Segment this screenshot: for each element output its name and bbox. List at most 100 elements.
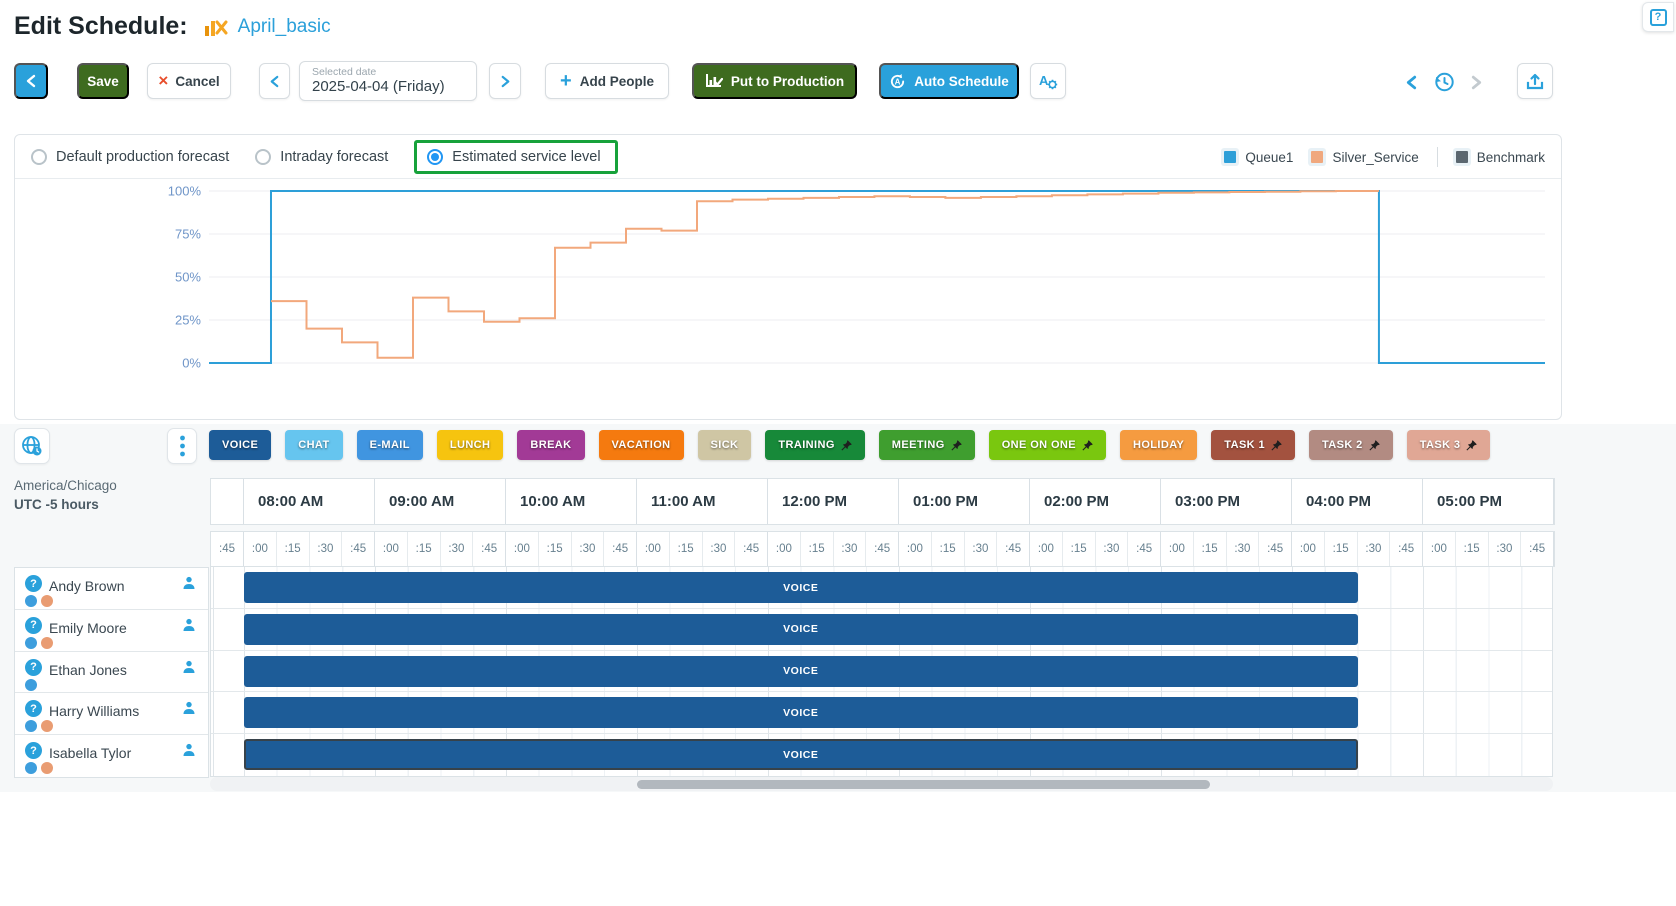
- question-badge-icon[interactable]: ?: [25, 575, 42, 592]
- person-icon[interactable]: [182, 576, 196, 595]
- activity-button-holiday[interactable]: HOLIDAY: [1120, 430, 1197, 460]
- quarter-cell: :30: [441, 532, 474, 566]
- person-icon[interactable]: [182, 660, 196, 679]
- lead-quarter-cell: [211, 479, 244, 524]
- quarter-cell: :45: [211, 532, 244, 566]
- question-badge-icon[interactable]: ?: [25, 659, 42, 676]
- activity-button-task-2[interactable]: TASK 2: [1309, 430, 1393, 460]
- forecast-radio-label: Default production forecast: [56, 149, 229, 165]
- timezone-button[interactable]: [14, 428, 50, 464]
- export-button[interactable]: [1517, 63, 1553, 99]
- person-icon[interactable]: [182, 743, 196, 762]
- horizontal-scrollbar[interactable]: [210, 777, 1553, 791]
- chevron-right-icon: [1470, 75, 1483, 90]
- employee-row-emily-moore[interactable]: ?Emily Moore: [15, 610, 208, 652]
- put-to-production-button[interactable]: Put to Production: [692, 63, 857, 99]
- production-chart-icon: [705, 73, 723, 89]
- quarter-cell: :00: [768, 532, 801, 566]
- quarter-cell: :15: [801, 532, 834, 566]
- legend-item-benchmark[interactable]: Benchmark: [1456, 150, 1545, 165]
- more-options-button[interactable]: [167, 428, 197, 464]
- activity-label: CHAT: [298, 439, 329, 451]
- employee-row-harry-williams[interactable]: ?Harry Williams: [15, 693, 208, 735]
- quarter-cell: :30: [572, 532, 605, 566]
- activity-button-one-on-one[interactable]: ONE ON ONE: [989, 430, 1106, 460]
- add-people-button[interactable]: + Add People: [545, 63, 669, 99]
- activity-button-sick[interactable]: SICK: [698, 430, 752, 460]
- forecast-radio-2[interactable]: Intraday forecast: [255, 149, 388, 165]
- shift-bar-voice[interactable]: VOICE: [244, 572, 1358, 603]
- question-badge-icon[interactable]: ?: [25, 742, 42, 759]
- save-button[interactable]: Save: [77, 63, 129, 99]
- hour-header-cell: 01:00 PM: [899, 479, 1030, 524]
- status-dot: [41, 762, 53, 774]
- activity-button-voice[interactable]: VOICE: [209, 430, 271, 460]
- hour-header-cell: 10:00 AM: [506, 479, 637, 524]
- legend-item-queue1[interactable]: Queue1: [1224, 150, 1293, 165]
- activity-button-meeting[interactable]: MEETING: [879, 430, 975, 460]
- activity-button-e-mail[interactable]: E-MAIL: [357, 430, 423, 460]
- quarter-cell: :30: [703, 532, 736, 566]
- timeline-quarter-header: :45:00:15:30:45:00:15:30:45:00:15:30:45:…: [210, 531, 1555, 567]
- chevron-left-icon: [25, 74, 37, 88]
- hour-header-cell: 05:00 PM: [1423, 479, 1554, 524]
- pin-icon: [1271, 440, 1282, 451]
- forecast-radio-label: Intraday forecast: [280, 149, 388, 165]
- person-icon[interactable]: [182, 701, 196, 720]
- auto-schedule-button[interactable]: A Auto Schedule: [879, 63, 1019, 99]
- activity-label: HOLIDAY: [1133, 439, 1184, 451]
- forecast-radio-3[interactable]: Estimated service level: [427, 149, 600, 165]
- next-date-button[interactable]: [489, 63, 521, 99]
- redo-button[interactable]: [1470, 75, 1483, 93]
- quarter-cell: :15: [1194, 532, 1227, 566]
- activity-button-task-3[interactable]: TASK 3: [1407, 430, 1491, 460]
- shift-bar-voice[interactable]: VOICE: [244, 697, 1358, 728]
- shift-bar-label: VOICE: [783, 623, 818, 635]
- selected-date-field[interactable]: Selected date 2025-04-04 (Friday): [299, 61, 477, 101]
- activity-button-training[interactable]: TRAINING: [765, 430, 864, 460]
- legend-item-silver_service[interactable]: Silver_Service: [1311, 150, 1418, 165]
- undo-button[interactable]: [1405, 75, 1418, 93]
- legend-label: Benchmark: [1477, 150, 1545, 165]
- quarter-cell: :45: [1259, 532, 1292, 566]
- activity-label: BREAK: [530, 439, 571, 451]
- hour-header-cell: 09:00 AM: [375, 479, 506, 524]
- back-button[interactable]: [14, 63, 48, 99]
- scrollbar-thumb[interactable]: [637, 780, 1210, 789]
- activity-buttons-row: VOICE CHAT E-MAIL LUNCH BREAK VACATION SICK TRA…: [209, 430, 1490, 460]
- quarter-cell: :45: [735, 532, 768, 566]
- schedule-chart-icon: [204, 16, 228, 38]
- history-icon[interactable]: [1432, 70, 1456, 97]
- timezone-info: America/Chicago UTC -5 hours: [14, 476, 117, 514]
- employee-row-andy-brown[interactable]: ?Andy Brown: [15, 568, 208, 610]
- employee-row-isabella-tylor[interactable]: ?Isabella Tylor: [15, 735, 208, 777]
- hour-header-cell: 11:00 AM: [637, 479, 768, 524]
- activity-button-lunch[interactable]: LUNCH: [437, 430, 504, 460]
- question-badge-icon[interactable]: ?: [25, 617, 42, 634]
- activity-button-vacation[interactable]: VACATION: [599, 430, 684, 460]
- auto-schedule-settings-button[interactable]: A: [1030, 63, 1066, 99]
- add-people-label: Add People: [580, 74, 654, 89]
- shift-bar-voice[interactable]: VOICE: [244, 739, 1358, 770]
- prev-date-button[interactable]: [259, 63, 290, 99]
- activity-label: ONE ON ONE: [1002, 439, 1076, 451]
- activity-label: TRAINING: [778, 439, 834, 451]
- activity-button-task-1[interactable]: TASK 1: [1211, 430, 1295, 460]
- forecast-radio-label: Estimated service level: [452, 149, 600, 165]
- shift-bar-voice[interactable]: VOICE: [244, 656, 1358, 687]
- help-button[interactable]: ?: [1642, 2, 1674, 32]
- activity-button-chat[interactable]: CHAT: [285, 430, 342, 460]
- quarter-cell: :15: [670, 532, 703, 566]
- pin-icon: [1369, 440, 1380, 451]
- activity-label: VACATION: [612, 439, 671, 451]
- person-icon[interactable]: [182, 618, 196, 637]
- question-badge-icon[interactable]: ?: [25, 700, 42, 717]
- schedule-name-link[interactable]: April_basic: [238, 16, 331, 38]
- employee-row-ethan-jones[interactable]: ?Ethan Jones: [15, 652, 208, 694]
- quarter-cell: :15: [277, 532, 310, 566]
- forecast-radio-1[interactable]: Default production forecast: [31, 149, 229, 165]
- quarter-cell: :15: [932, 532, 965, 566]
- cancel-button[interactable]: × Cancel: [147, 63, 231, 99]
- activity-button-break[interactable]: BREAK: [517, 430, 584, 460]
- shift-bar-voice[interactable]: VOICE: [244, 614, 1358, 645]
